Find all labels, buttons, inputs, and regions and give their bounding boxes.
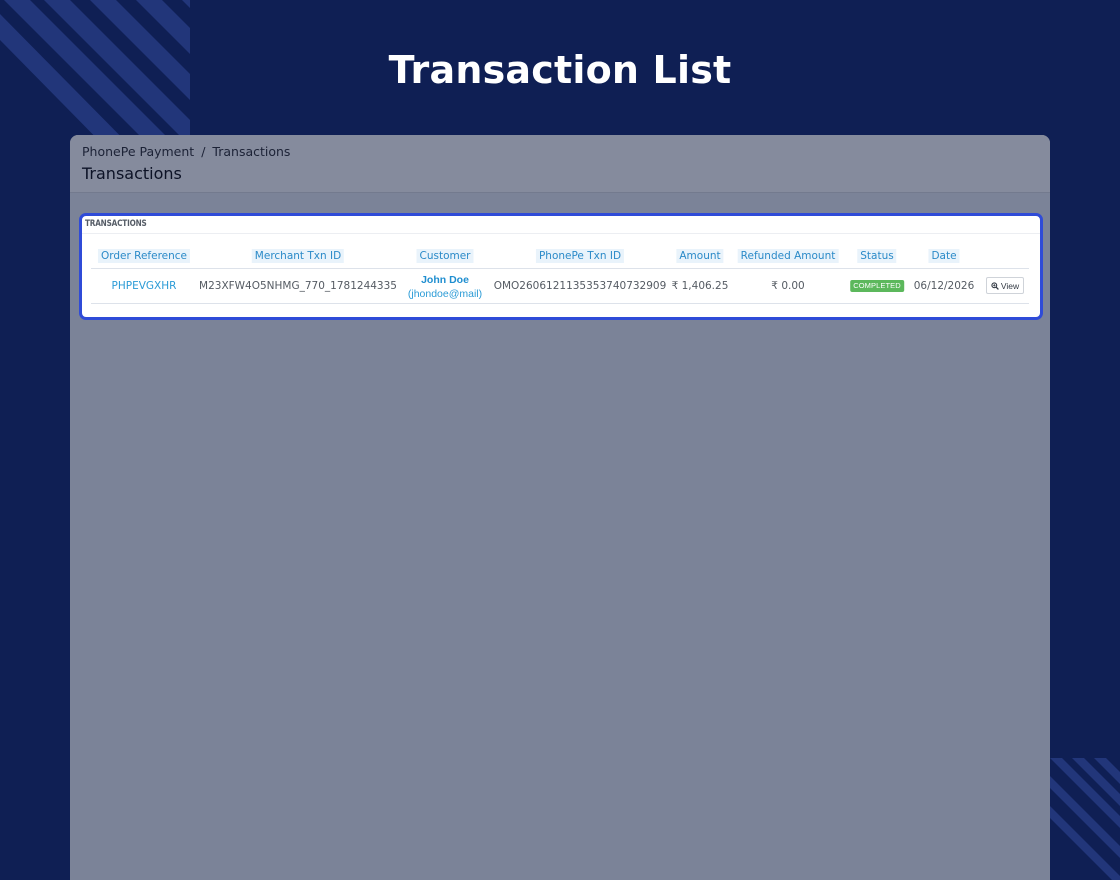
view-button[interactable]: View: [986, 277, 1024, 294]
panel-heading: TRANSACTIONS: [85, 219, 147, 229]
breadcrumb-separator: /: [201, 144, 206, 159]
table-header-divider: [91, 268, 1029, 269]
app-window: PhonePe Payment / Transactions Transaction…: [70, 135, 1050, 880]
column-header-status[interactable]: Status: [857, 249, 897, 263]
column-header-merchant-txn-id[interactable]: Merchant Txn ID: [251, 249, 345, 263]
status-badge: COMPLETED: [850, 280, 904, 292]
zoom-in-icon: [991, 281, 999, 290]
column-header-order-reference[interactable]: Order Reference: [97, 249, 191, 263]
merchant-txn-id: M23XFW4O5NHMG_770_1781244335: [199, 280, 397, 292]
amount-value: ₹ 1,406.25: [671, 280, 729, 292]
decorative-stripes-bottom-right: [1050, 758, 1120, 880]
view-button-label: View: [1000, 280, 1020, 291]
column-header-customer[interactable]: Customer: [416, 249, 474, 263]
breadcrumb-current: Transactions: [212, 144, 291, 159]
column-header-date[interactable]: Date: [928, 249, 960, 263]
column-header-phonepe-txn-id[interactable]: PhonePe Txn ID: [535, 249, 625, 263]
order-reference-link[interactable]: PHPEVGXHR: [112, 280, 177, 292]
column-header-amount[interactable]: Amount: [676, 249, 724, 263]
transaction-date: 06/12/2026: [913, 280, 975, 292]
app-header: PhonePe Payment / Transactions Transaction…: [70, 135, 1050, 193]
page-title: Transaction List: [388, 48, 732, 92]
customer-name-link[interactable]: John Doe: [421, 274, 469, 286]
section-title: Transactions: [82, 164, 182, 183]
breadcrumb-parent-link[interactable]: PhonePe Payment: [82, 144, 194, 159]
refunded-amount-value: ₹ 0.00: [771, 280, 805, 292]
phonepe-txn-id: OMO2606121135353740732909: [493, 280, 667, 292]
panel-divider: [82, 233, 1040, 234]
customer-email[interactable]: (jhondoe@mail): [408, 288, 482, 300]
column-header-refunded-amount[interactable]: Refunded Amount: [737, 249, 839, 263]
table-row-divider: [91, 303, 1029, 304]
breadcrumb: PhonePe Payment / Transactions: [82, 144, 290, 159]
transactions-panel: TRANSACTIONS Order Reference Merchant Tx…: [79, 213, 1043, 320]
